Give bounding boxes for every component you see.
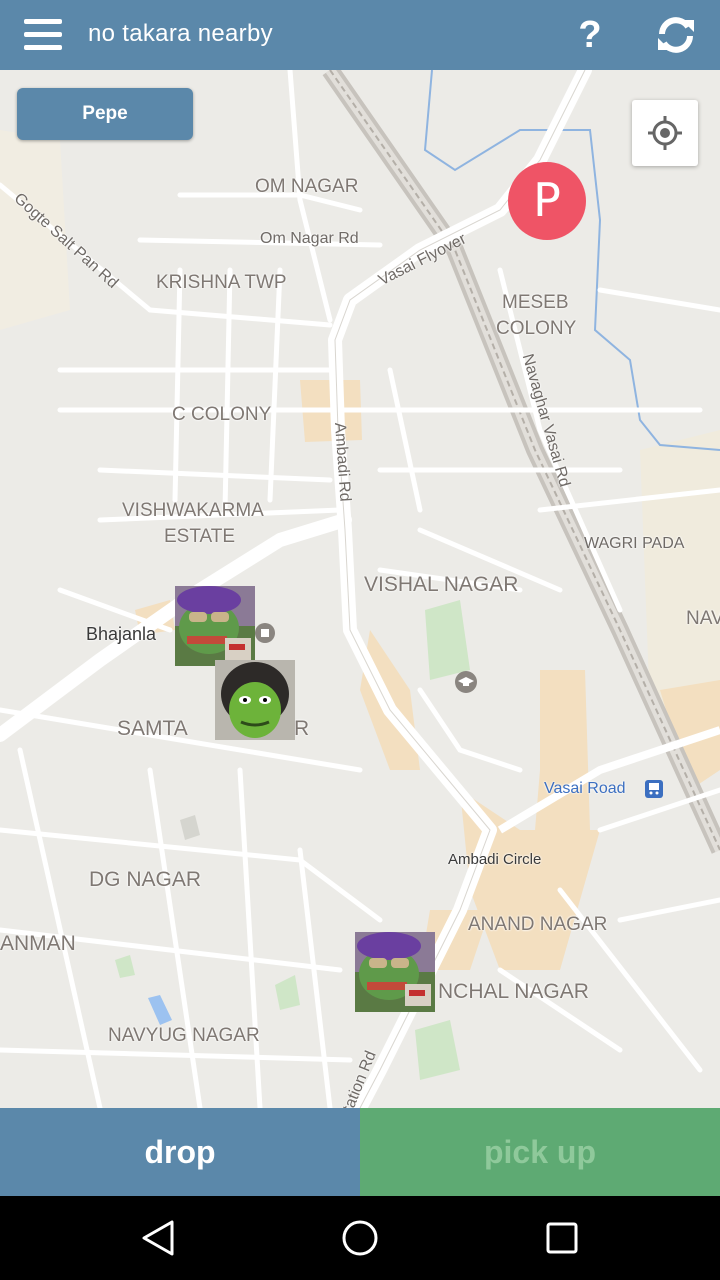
station-label: Vasai Road: [544, 780, 626, 797]
pepe-sunglasses-avatar[interactable]: [175, 586, 255, 666]
place-label: Bhajanla: [86, 624, 157, 644]
drop-button[interactable]: drop: [0, 1108, 360, 1196]
help-icon[interactable]: ?: [568, 12, 612, 58]
area-label: DG NAGAR: [89, 868, 202, 891]
area-label: COLONY: [496, 318, 577, 339]
school-icon: [454, 670, 478, 694]
home-icon[interactable]: [330, 1214, 390, 1262]
refresh-icon[interactable]: [652, 12, 700, 58]
pick-up-button[interactable]: pick up: [360, 1108, 720, 1196]
road-label: Om Nagar Rd: [260, 230, 359, 247]
pepe-filter-chip[interactable]: Pepe: [17, 88, 193, 140]
player-location-marker[interactable]: P: [508, 162, 586, 240]
area-label: C COLONY: [172, 404, 272, 425]
place-label: Ambadi Circle: [448, 851, 542, 868]
action-bar: drop pick up: [0, 1108, 720, 1196]
pepe-sunglasses-avatar[interactable]: [355, 932, 435, 1012]
area-label: SAMTA: [117, 717, 188, 740]
area-label: NAVYUG NAGAR: [108, 1025, 260, 1046]
area-label: R: [294, 717, 310, 740]
area-label: ESTATE: [164, 526, 236, 547]
menu-icon[interactable]: [22, 17, 64, 53]
pepe-wig-avatar[interactable]: [215, 660, 295, 740]
area-label: VISHWAKARMA: [122, 500, 264, 521]
app-bar: no takara nearby ?: [0, 0, 720, 70]
map-view[interactable]: OM NAGAR Om Nagar Rd Gogte Salt Pan Rd V…: [0, 70, 720, 1108]
area-label: MESEB: [502, 292, 569, 313]
area-label: VISHAL NAGAR: [364, 573, 519, 596]
shop-icon: [254, 622, 276, 644]
area-label: KRISHNA TWP: [156, 272, 287, 293]
area-label: NAV: [686, 608, 720, 629]
area-label: OM NAGAR: [255, 176, 359, 197]
recents-icon[interactable]: [532, 1214, 592, 1262]
marker-label: P: [533, 173, 561, 227]
area-label: ANAND NAGAR: [468, 914, 608, 935]
status-title: no takara nearby: [88, 20, 273, 47]
crosshair-icon[interactable]: [632, 100, 698, 166]
area-label: ANMAN: [0, 932, 76, 955]
train-station-icon: [644, 780, 664, 798]
area-label: NCHAL NAGAR: [438, 980, 589, 1003]
system-nav-bar: [0, 1196, 720, 1280]
back-icon[interactable]: [128, 1214, 188, 1262]
area-label: WAGRI PADA: [584, 535, 685, 552]
